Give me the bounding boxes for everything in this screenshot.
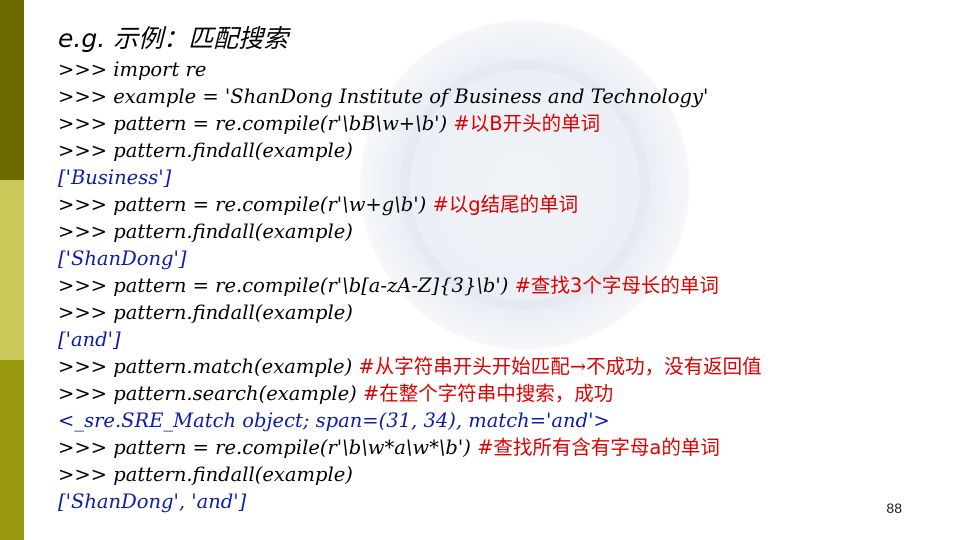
code-line: >>> pattern = re.compile(r'\bB\w+\b') #以… xyxy=(58,110,938,137)
slide-content: e.g. 示例：匹配搜索 >>> import re >>> example =… xyxy=(58,22,938,515)
sidebar-decoration xyxy=(0,0,24,540)
output-line: ['ShanDong'] xyxy=(58,245,938,272)
sidebar-band-top xyxy=(0,0,24,180)
code-text: >>> pattern = re.compile(r'\b\w*a\w*\b') xyxy=(58,436,478,459)
code-line: >>> pattern.search(example) #在整个字符串中搜索，成… xyxy=(58,380,938,407)
code-line: >>> pattern.findall(example) xyxy=(58,299,938,326)
code-comment: #查找所有含有字母a的单词 xyxy=(477,436,720,459)
code-line: >>> pattern = re.compile(r'\w+g\b') #以g结… xyxy=(58,191,938,218)
code-text: >>> pattern = re.compile(r'\bB\w+\b') xyxy=(58,112,454,135)
output-text: <_sre.SRE_Match object; span=(31, 34), m… xyxy=(58,409,610,432)
output-text: ['ShanDong', 'and'] xyxy=(58,490,247,513)
code-text: >>> pattern.match(example) xyxy=(58,355,359,378)
output-text: ['ShanDong'] xyxy=(58,247,187,270)
code-text: >>> pattern = re.compile(r'\b[a-zA-Z]{3}… xyxy=(58,274,515,297)
page-number: 88 xyxy=(886,500,902,516)
slide-title: e.g. 示例：匹配搜索 xyxy=(58,24,289,53)
output-text: ['and'] xyxy=(58,328,121,351)
code-text: >>> example = 'ShanDong Institute of Bus… xyxy=(58,85,709,108)
code-line: >>> pattern.match(example) #从字符串开头开始匹配→不… xyxy=(58,353,938,380)
sidebar-band-bottom xyxy=(0,360,24,540)
code-comment: #以B开头的单词 xyxy=(453,112,601,135)
code-line: >>> pattern.findall(example) xyxy=(58,218,938,245)
output-text: ['Business'] xyxy=(58,166,172,189)
code-comment: #以g结尾的单词 xyxy=(432,193,579,216)
output-line: <_sre.SRE_Match object; span=(31, 34), m… xyxy=(58,407,938,434)
code-line: >>> pattern = re.compile(r'\b\w*a\w*\b')… xyxy=(58,434,938,461)
code-text: >>> pattern.findall(example) xyxy=(58,139,353,162)
code-line: >>> pattern.findall(example) xyxy=(58,137,938,164)
output-line: ['Business'] xyxy=(58,164,938,191)
code-line: >>> import re xyxy=(58,56,938,83)
code-comment: #查找3个字母长的单词 xyxy=(514,274,719,297)
code-text: >>> pattern.findall(example) xyxy=(58,301,353,324)
code-text: >>> import re xyxy=(58,58,207,81)
sidebar-band-middle xyxy=(0,180,24,360)
code-comment: #在整个字符串中搜索，成功 xyxy=(362,382,614,405)
code-line: >>> pattern = re.compile(r'\b[a-zA-Z]{3}… xyxy=(58,272,938,299)
code-text: >>> pattern.findall(example) xyxy=(58,463,353,486)
output-line: ['and'] xyxy=(58,326,938,353)
code-text: >>> pattern.search(example) xyxy=(58,382,363,405)
code-text: >>> pattern.findall(example) xyxy=(58,220,353,243)
arrow-right-icon: → xyxy=(569,355,587,378)
code-comment-tail: 不成功，没有返回值 xyxy=(586,355,762,378)
code-text: >>> pattern = re.compile(r'\w+g\b') xyxy=(58,193,433,216)
code-line: >>> pattern.findall(example) xyxy=(58,461,938,488)
code-line: >>> example = 'ShanDong Institute of Bus… xyxy=(58,83,938,110)
output-line: ['ShanDong', 'and'] xyxy=(58,488,938,515)
code-comment: #从字符串开头开始匹配 xyxy=(358,355,570,378)
